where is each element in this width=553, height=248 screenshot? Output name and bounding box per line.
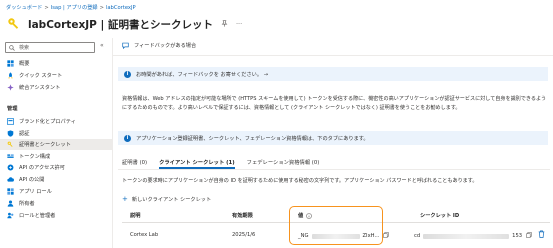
copy-secret-id-button[interactable]	[526, 232, 532, 240]
sidebar-item-label: クイック スタート	[19, 72, 63, 79]
sidebar-item-certificates-secrets[interactable]: 証明書とシークレット	[0, 139, 112, 150]
sidebar-item-app-roles[interactable]: アプリ ロール	[0, 186, 112, 197]
breadcrumb-app[interactable]: labCortexJP	[106, 5, 136, 11]
secret-row-id: cd 153	[414, 232, 532, 240]
more-options-button[interactable]: ···	[236, 20, 242, 28]
redacted-mask	[423, 233, 510, 239]
token-icon	[7, 153, 14, 160]
command-bar-divider	[112, 55, 553, 56]
auth-icon	[7, 130, 14, 137]
sidebar: 検索 « 概要 クイック スタート 統合アシスタント 管理 ブランド化とプロパテ…	[0, 38, 112, 248]
new-client-secret-button[interactable]: + 新しいクライアント シークレット	[122, 195, 211, 203]
sidebar-item-label: 概要	[19, 60, 30, 67]
feedback-banner-text: お時間があれば、フィードバックを お寄せください。 →	[136, 71, 269, 78]
sidebar-divider	[112, 38, 113, 248]
info-icon: i	[124, 134, 131, 142]
column-header-expires: 有効期限	[232, 213, 253, 219]
search-input[interactable]: 検索	[5, 42, 95, 53]
breadcrumb-separator: >	[99, 5, 104, 11]
assistant-icon	[7, 84, 14, 91]
pin-icon[interactable]	[221, 19, 228, 29]
sidebar-item-label: 認証	[19, 130, 30, 137]
credential-tabs: 証明書 (0) クライアント シークレット (1) フェデレーション資格情報 (…	[122, 155, 331, 169]
sidebar-item-roles-administrators[interactable]: ロールと管理者	[0, 210, 112, 221]
sidebar-section-manage: 管理	[7, 106, 18, 112]
key-icon	[6, 16, 22, 32]
secret-id-prefix: cd	[414, 233, 421, 239]
breadcrumb-app-registrations[interactable]: Isap | アプリの登録	[51, 5, 98, 11]
feedback-icon	[122, 42, 129, 49]
sidebar-item-label: ロールと管理者	[19, 212, 56, 219]
grid-icon	[7, 60, 14, 67]
roles-admin-icon	[7, 212, 14, 219]
client-secret-description: トークンの要求時にアプリケーションが自身の ID を証明するために使用する秘密の…	[122, 178, 478, 184]
secret-row-description: Cortex Lab	[130, 232, 159, 238]
sidebar-item-label: 証明書とシークレット	[19, 141, 71, 148]
app-roles-icon	[7, 188, 14, 195]
search-placeholder: 検索	[19, 45, 30, 51]
secret-row-expires: 2025/1/6	[232, 232, 256, 238]
feedback-label: フィードバックがある場合	[134, 43, 197, 49]
delete-secret-button[interactable]	[538, 230, 545, 238]
sidebar-item-label: トークン構成	[19, 153, 51, 160]
sidebar-item-authentication[interactable]: 認証	[0, 128, 112, 139]
sidebar-item-quickstart[interactable]: クイック スタート	[0, 70, 112, 81]
sidebar-item-integration-assistant[interactable]: 統合アシスタント	[0, 82, 112, 93]
sidebar-item-branding[interactable]: ブランド化とプロパティ	[0, 116, 112, 127]
breadcrumb-separator: >	[44, 5, 49, 11]
feedback-button[interactable]: フィードバックがある場合	[122, 42, 196, 49]
sidebar-item-label: 所有者	[19, 200, 35, 207]
api-permissions-icon	[7, 164, 14, 171]
tab-client-secrets[interactable]: クライアント シークレット (1)	[159, 155, 235, 169]
credentials-description: 資格情報は、Web アドレスの指定が可能な場所で (HTTPS スキームを使用し…	[122, 96, 547, 111]
secret-id-suffix: 153	[512, 233, 523, 239]
breadcrumb-dashboard[interactable]: ダッシュボード	[6, 5, 42, 11]
key-icon	[7, 141, 14, 148]
copy-value-button[interactable]	[383, 232, 390, 240]
breadcrumb: ダッシュボード > Isap | アプリの登録 > labCortexJP	[6, 4, 136, 11]
rocket-icon	[7, 72, 14, 79]
brand-icon	[7, 118, 14, 125]
credentials-banner-text: アプリケーション登録証明書、シークレット、フェデレーション資格情報は、下のタブに…	[136, 135, 369, 142]
credentials-info-banner: i アプリケーション登録証明書、シークレット、フェデレーション資格情報は、下のタ…	[118, 131, 548, 145]
owners-icon	[7, 200, 14, 207]
search-icon	[9, 44, 15, 51]
sidebar-item-token-configuration[interactable]: トークン構成	[0, 151, 112, 162]
sidebar-item-label: ブランド化とプロパティ	[19, 118, 76, 125]
tabs-divider	[118, 169, 550, 170]
value-column-highlight	[289, 206, 383, 245]
tab-federated-credentials[interactable]: フェデレーション資格情報 (0)	[247, 155, 320, 169]
sidebar-item-owners[interactable]: 所有者	[0, 198, 112, 209]
cloud-icon	[7, 176, 14, 183]
sidebar-item-label: API の公開	[19, 176, 45, 183]
sidebar-item-api-permissions[interactable]: API のアクセス許可	[0, 162, 112, 173]
new-client-secret-label: 新しいクライアント シークレット	[131, 196, 212, 203]
feedback-info-banner[interactable]: i お時間があれば、フィードバックを お寄せください。 →	[118, 67, 548, 81]
sidebar-item-overview[interactable]: 概要	[0, 58, 112, 69]
tab-certificates[interactable]: 証明書 (0)	[122, 155, 147, 169]
page-header: labCortexJP | 証明書とシークレット ···	[6, 14, 242, 34]
plus-icon: +	[122, 195, 128, 203]
sidebar-item-label: アプリ ロール	[19, 188, 52, 195]
column-header-description: 説明	[130, 213, 141, 219]
sidebar-item-label: API のアクセス許可	[19, 164, 65, 171]
collapse-sidebar-button[interactable]: «	[100, 42, 104, 49]
sidebar-item-label: 統合アシスタント	[19, 84, 61, 91]
page-title: labCortexJP | 証明書とシークレット	[28, 18, 213, 31]
sidebar-item-expose-api[interactable]: API の公開	[0, 174, 112, 185]
column-header-secret-id: シークレット ID	[420, 213, 460, 219]
info-icon: i	[124, 70, 131, 78]
